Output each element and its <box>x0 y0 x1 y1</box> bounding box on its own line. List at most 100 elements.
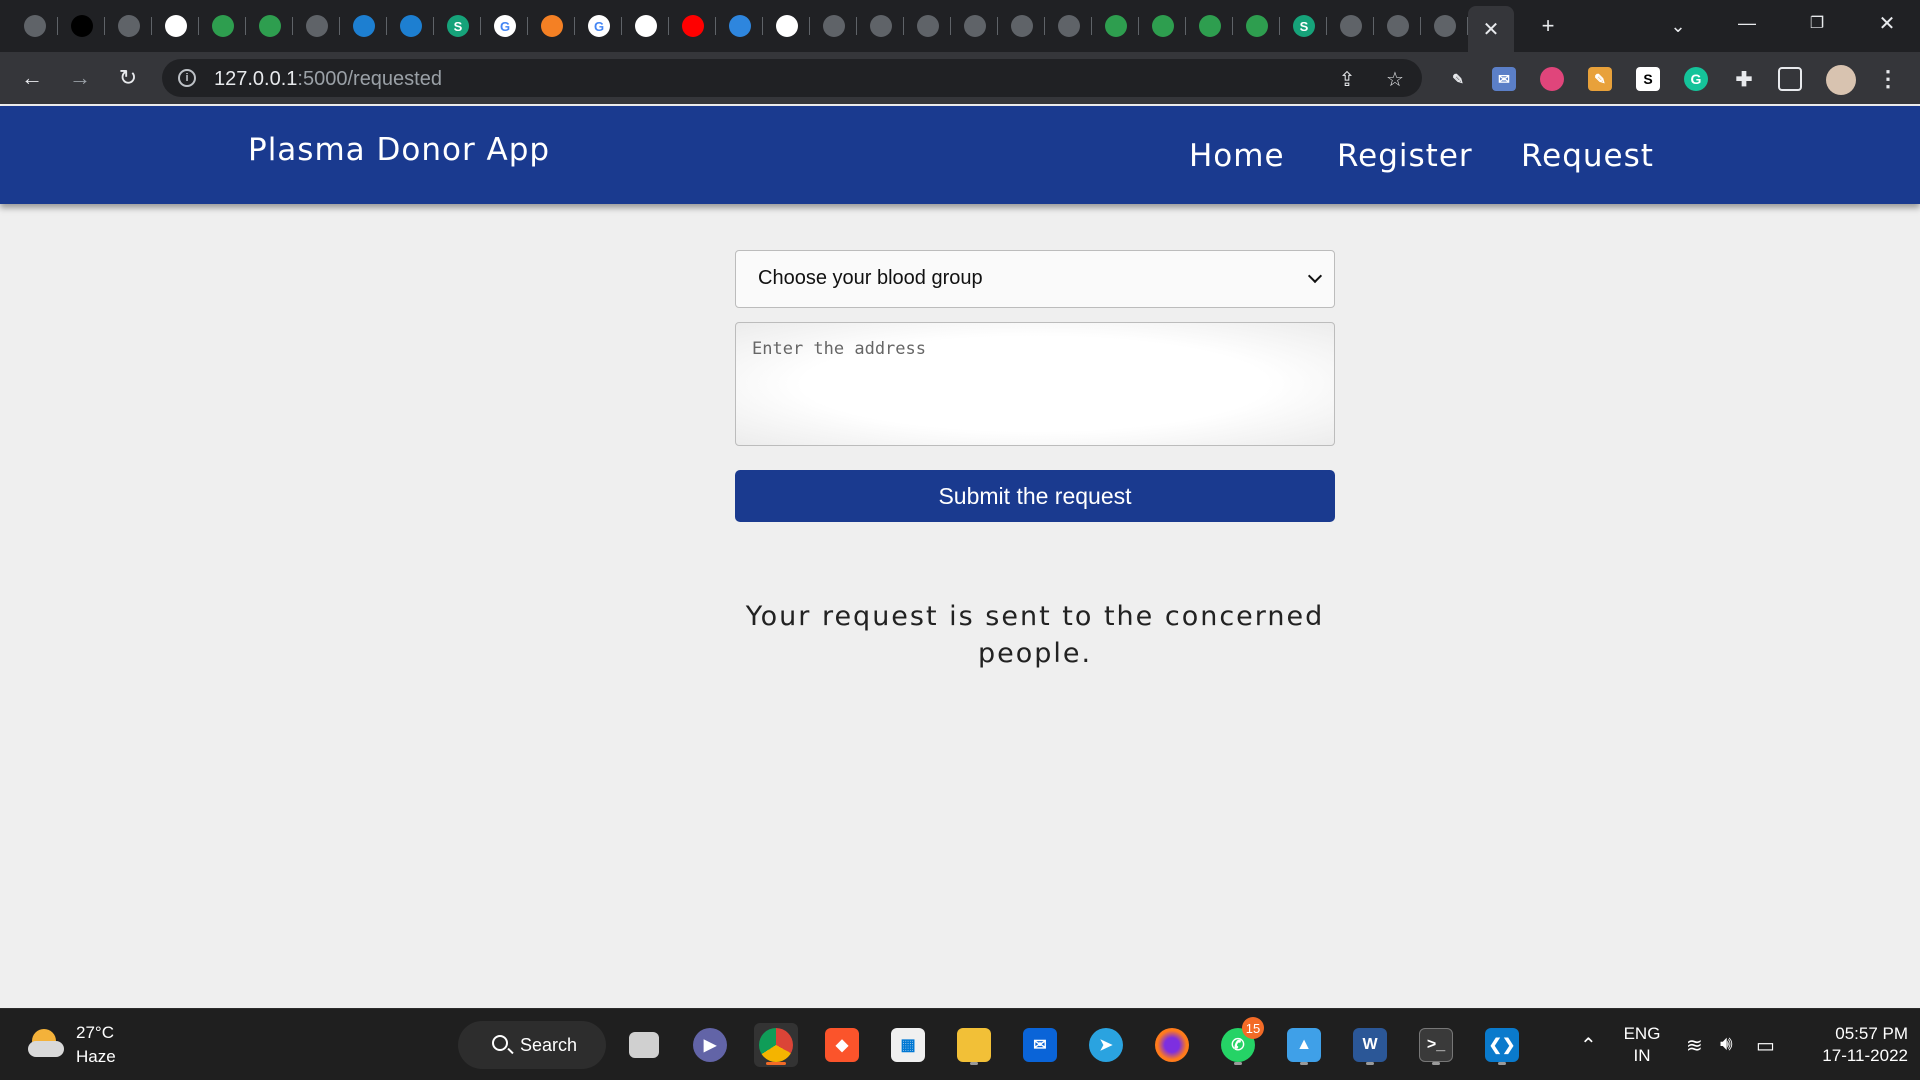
address-placeholder: Enter the address <box>752 339 926 359</box>
browser-tab[interactable] <box>999 8 1045 44</box>
chrome-taskbar-icon[interactable] <box>754 1023 798 1067</box>
language-indicator[interactable]: ENG IN <box>1620 1023 1664 1067</box>
profile-avatar[interactable] <box>1826 65 1856 95</box>
weather-icon[interactable] <box>28 1029 64 1059</box>
browser-tab[interactable] <box>388 8 434 44</box>
browser-tab[interactable] <box>905 8 951 44</box>
forward-arrow-icon[interactable]: → <box>64 62 96 94</box>
nav-register-link[interactable]: Register <box>1337 138 1473 174</box>
browser-tab[interactable] <box>1375 8 1421 44</box>
browser-tab[interactable] <box>1187 8 1233 44</box>
browser-tab[interactable] <box>1328 8 1374 44</box>
url-text[interactable]: 127.0.0.1:5000/requested <box>214 68 442 91</box>
browser-tab[interactable] <box>623 8 669 44</box>
extensions-puzzle-icon[interactable]: ✚ <box>1732 67 1756 91</box>
globe-icon <box>1387 15 1409 37</box>
grammarly-icon[interactable]: G <box>1684 67 1708 91</box>
s-extension-icon[interactable]: S <box>1636 67 1660 91</box>
teams-chat-icon[interactable]: ▶ <box>688 1023 732 1067</box>
pen-extension-icon[interactable]: ✎ <box>1446 67 1470 91</box>
nav-request-link[interactable]: Request <box>1521 138 1654 174</box>
nav-home-link[interactable]: Home <box>1189 138 1285 174</box>
firefox-icon[interactable] <box>1150 1023 1194 1067</box>
word-icon[interactable]: W <box>1348 1023 1392 1067</box>
browser-tab[interactable] <box>764 8 810 44</box>
photos-icon[interactable]: ▲ <box>1282 1023 1326 1067</box>
address-textarea[interactable]: Enter the address <box>735 322 1335 446</box>
site-info-icon[interactable]: i <box>178 69 196 87</box>
browser-tab[interactable] <box>200 8 246 44</box>
microsoft-store-icon[interactable]: ▦ <box>886 1023 930 1067</box>
share-icon[interactable]: ⇪ <box>1336 68 1358 91</box>
tab-search-chevron-icon[interactable]: ⌄ <box>1662 10 1694 42</box>
weather-description[interactable]: Haze <box>76 1047 116 1067</box>
telegram-icon[interactable]: ➤ <box>1084 1023 1128 1067</box>
browser-tab[interactable] <box>1093 8 1139 44</box>
start-windows-icon[interactable] <box>398 1023 442 1067</box>
browser-tab[interactable] <box>529 8 575 44</box>
address-bar[interactable]: i 127.0.0.1:5000/requested ⇪ ☆ <box>162 59 1422 97</box>
browser-tab[interactable] <box>858 8 904 44</box>
browser-tab[interactable] <box>1234 8 1280 44</box>
close-window-button[interactable]: ✕ <box>1858 6 1916 40</box>
browser-tab[interactable] <box>247 8 293 44</box>
file-explorer-icon[interactable] <box>952 1023 996 1067</box>
battery-icon[interactable]: ▭ <box>1756 1033 1775 1058</box>
browser-tab[interactable] <box>1422 8 1468 44</box>
google-icon: G <box>494 15 516 37</box>
taskbar-search-box[interactable]: Search <box>458 1021 606 1069</box>
mail-extension-icon[interactable]: ✉ <box>1492 67 1516 91</box>
restore-button[interactable]: ❐ <box>1788 6 1846 40</box>
menu-kebab-icon[interactable]: ⋮ <box>1876 66 1900 91</box>
language-code: ENG <box>1623 1024 1661 1043</box>
browser-tab[interactable] <box>1046 8 1092 44</box>
search-icon <box>492 1035 508 1051</box>
side-panel-icon[interactable] <box>1778 67 1802 91</box>
bookmark-star-icon[interactable]: ☆ <box>1384 68 1406 91</box>
browser-tab[interactable] <box>670 8 716 44</box>
back-arrow-icon[interactable]: ← <box>16 62 48 94</box>
reload-icon[interactable]: ↻ <box>112 62 144 94</box>
whatsapp-icon[interactable]: ✆ 15 <box>1216 1017 1264 1067</box>
minimize-button[interactable]: — <box>1718 6 1776 40</box>
globe-icon <box>1011 15 1033 37</box>
clock[interactable]: 05:57 PM 17-11-2022 <box>1792 1023 1908 1067</box>
terminal-icon[interactable]: >_ <box>1414 1023 1458 1067</box>
green-shield-icon <box>1199 15 1221 37</box>
browser-tab[interactable] <box>153 8 199 44</box>
volume-icon[interactable]: 🔊︎ <box>1720 1033 1733 1056</box>
browser-tab[interactable]: S <box>1281 8 1327 44</box>
browser-tab[interactable]: S <box>435 8 481 44</box>
browser-tab[interactable] <box>341 8 387 44</box>
active-tab[interactable]: ✕ <box>1468 6 1514 52</box>
browser-tab[interactable]: G <box>482 8 528 44</box>
vscode-icon[interactable]: ❮❯ <box>1480 1023 1524 1067</box>
submit-request-button[interactable]: Submit the request <box>735 470 1335 522</box>
browser-tab[interactable] <box>811 8 857 44</box>
color-extension-icon[interactable] <box>1540 67 1564 91</box>
tab-separator <box>480 17 481 35</box>
tab-separator <box>339 17 340 35</box>
edit-extension-icon[interactable]: ✎ <box>1588 67 1612 91</box>
browser-tab[interactable] <box>294 8 340 44</box>
browser-tab[interactable] <box>1140 8 1186 44</box>
browser-tab[interactable] <box>952 8 998 44</box>
browser-tab[interactable] <box>106 8 152 44</box>
browser-tab[interactable] <box>717 8 763 44</box>
mail-icon[interactable]: ✉ <box>1018 1023 1062 1067</box>
new-tab-button[interactable]: + <box>1532 10 1564 42</box>
brand-title[interactable]: Plasma Donor App <box>248 132 550 168</box>
wifi-icon[interactable]: ≋ <box>1686 1033 1703 1058</box>
task-view-icon[interactable] <box>622 1023 666 1067</box>
weather-temperature[interactable]: 27°C <box>76 1023 114 1043</box>
close-tab-icon[interactable]: ✕ <box>1475 13 1507 45</box>
blood-group-select[interactable]: Choose your blood group <box>735 250 1335 308</box>
browser-tab[interactable]: G <box>576 8 622 44</box>
bar-chart-icon <box>400 15 422 37</box>
brave-icon[interactable]: ◆ <box>820 1023 864 1067</box>
tab-separator <box>809 17 810 35</box>
app-navbar: Plasma Donor App Home Register Request <box>0 106 1920 204</box>
tray-overflow-chevron-icon[interactable]: ⌃ <box>1580 1033 1597 1058</box>
browser-tab[interactable] <box>59 8 105 44</box>
browser-tab[interactable] <box>12 8 58 44</box>
